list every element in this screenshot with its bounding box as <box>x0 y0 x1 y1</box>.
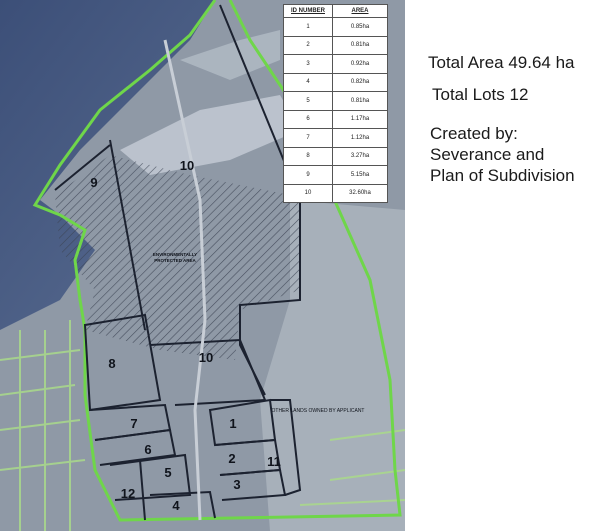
created-by-line: Plan of Subdivision <box>430 166 575 185</box>
lot-area: 1.17ha <box>332 109 388 129</box>
lot-number: 4 <box>283 72 333 92</box>
table-row: 9 5.15ha <box>283 165 388 185</box>
lot-area: 3.27ha <box>332 146 388 166</box>
lot-label-5: 5 <box>164 465 171 480</box>
subdivision-map-slide: 9 10 8 10 7 6 5 4 12 1 2 3 11 ENVIRONMEN… <box>0 0 600 531</box>
protected-area-label-line1: ENVIRONMENTALLY <box>153 252 197 257</box>
total-area-text: Total Area 49.64 ha <box>428 53 575 72</box>
protected-area-label-line2: PROTECTED AREA <box>154 258 196 263</box>
table-header-area: AREA <box>332 4 388 18</box>
lot-label-9: 9 <box>90 175 97 190</box>
lot-label-2: 2 <box>228 451 235 466</box>
table-row: 6 1.17ha <box>283 109 388 129</box>
table-row: 2 0.81ha <box>283 35 388 55</box>
table-row: 3 0.92ha <box>283 54 388 74</box>
lot-label-7: 7 <box>130 416 137 431</box>
table-row: 4 0.82ha <box>283 72 388 92</box>
lot-area: 0.81ha <box>332 91 388 111</box>
table-row: 10 32.60ha <box>283 183 388 203</box>
created-by-block: Created by: Severance and Plan of Subdiv… <box>430 123 575 186</box>
lot-number: 1 <box>283 17 333 37</box>
lot-number: 7 <box>283 128 333 148</box>
lot-number: 10 <box>283 183 333 203</box>
lot-area: 32.60ha <box>332 183 388 203</box>
lot-label-8: 8 <box>108 356 115 371</box>
lot-label-10-north: 10 <box>180 158 194 173</box>
table-row: 1 0.85ha <box>283 17 388 37</box>
lot-area: 0.81ha <box>332 35 388 55</box>
lot-label-12: 12 <box>121 486 135 501</box>
lot-label-10-south: 10 <box>199 350 213 365</box>
lot-label-11: 11 <box>267 454 281 469</box>
lot-area-table: ID NUMBER AREA 1 0.85ha 2 0.81ha 3 0.92ha 4… <box>283 4 388 203</box>
table-header-row: ID NUMBER AREA <box>283 4 388 18</box>
lot-label-3: 3 <box>233 477 240 492</box>
lot-number: 2 <box>283 35 333 55</box>
table-row: 7 1.12ha <box>283 128 388 148</box>
lot-label-4: 4 <box>172 498 180 513</box>
table-row: 8 3.27ha <box>283 146 388 166</box>
created-by-line: Created by: <box>430 124 518 143</box>
lot-area: 0.82ha <box>332 72 388 92</box>
lot-area: 1.12ha <box>332 128 388 148</box>
table-row: 5 0.81ha <box>283 91 388 111</box>
created-by-line: Severance and <box>430 145 545 164</box>
lot-number: 6 <box>283 109 333 129</box>
lot-number: 5 <box>283 91 333 111</box>
lot-number: 3 <box>283 54 333 74</box>
other-lands-label: OTHER LANDS OWNED BY APPLICANT <box>272 408 365 414</box>
table-header-number: ID NUMBER <box>283 4 333 18</box>
lot-number: 9 <box>283 165 333 185</box>
total-lots-text: Total Lots 12 <box>432 85 529 104</box>
lot-label-6: 6 <box>144 442 151 457</box>
lot-label-1: 1 <box>229 416 236 431</box>
lot-area: 0.92ha <box>332 54 388 74</box>
lot-area: 0.85ha <box>332 17 388 37</box>
lot-area: 5.15ha <box>332 165 388 185</box>
lot-number: 8 <box>283 146 333 166</box>
